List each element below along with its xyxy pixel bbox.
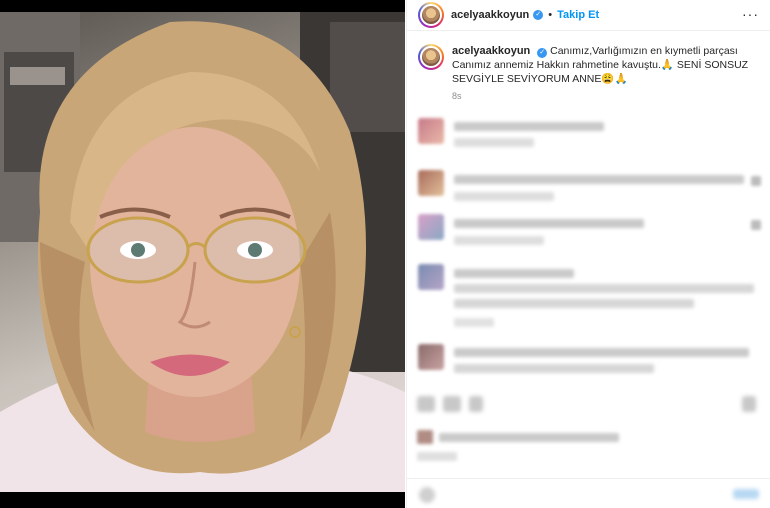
profile-avatar[interactable] [418,2,444,28]
header-username[interactable]: acelyaakkoyun [451,9,529,21]
commenter-avatar[interactable] [418,264,444,290]
blurred-comment-meta [454,192,554,201]
portrait-image [0,12,405,492]
blurred-comment-meta [454,318,494,327]
blurred-comment-meta [454,236,544,245]
header-divider [407,30,770,31]
portrait-illustration [0,12,405,492]
caption-text-block: acelyaakkoyun ✓ Canımız,Varlığımızın en … [452,44,757,86]
blurred-comment-text [454,122,604,131]
commenter-avatar[interactable] [418,214,444,240]
blurred-comment-text [454,175,744,184]
verified-badge-icon: ✓ [537,48,548,58]
more-options-icon[interactable]: ··· [742,6,759,22]
separator-dot: • [548,9,553,21]
likes-row [417,428,762,461]
comment-item [418,118,763,158]
blurred-comment-text [454,269,574,278]
blurred-comment-text [454,299,694,308]
share-icon[interactable] [469,396,483,412]
commenter-avatar[interactable] [418,170,444,196]
add-comment-bar [407,478,770,508]
post-photo[interactable] [0,0,405,508]
post-caption: acelyaakkoyun ✓ Canımız,Varlığımızın en … [418,44,763,101]
post-comment-button[interactable] [733,489,759,499]
instagram-post: acelyaakkoyun ✓ • Takip Et ··· acelyaakk… [0,0,770,508]
blurred-comment-text [454,348,749,357]
post-side-panel: acelyaakkoyun ✓ • Takip Et ··· acelyaakk… [406,0,770,508]
verified-badge-icon: ✓ [533,10,544,20]
blurred-comment-meta [454,138,534,147]
comment-icon[interactable] [443,396,461,412]
caption-username[interactable]: acelyaakkoyun [452,45,530,57]
blurred-post-time [417,452,457,461]
post-header: acelyaakkoyun ✓ • Takip Et ··· [407,0,770,30]
action-bar [417,396,762,416]
like-comment-icon[interactable] [751,176,761,186]
follow-button[interactable]: Takip Et [557,9,599,21]
caption-avatar[interactable] [418,44,444,70]
commenter-avatar[interactable] [418,344,444,370]
save-icon[interactable] [742,396,756,412]
like-icon[interactable] [417,396,435,412]
blurred-comment-text [454,219,644,228]
liker-avatar [417,430,433,444]
like-comment-icon[interactable] [751,220,761,230]
caption-timestamp: 8s [452,91,462,101]
comment-item [418,170,763,210]
blurred-comment-text [454,284,754,293]
commenter-avatar[interactable] [418,118,444,144]
emoji-icon[interactable] [419,487,435,503]
blurred-comment-text [454,364,654,373]
blurred-likes-text [439,433,619,442]
comment-item [418,214,763,254]
comment-item [418,344,763,384]
comment-item [418,264,763,332]
